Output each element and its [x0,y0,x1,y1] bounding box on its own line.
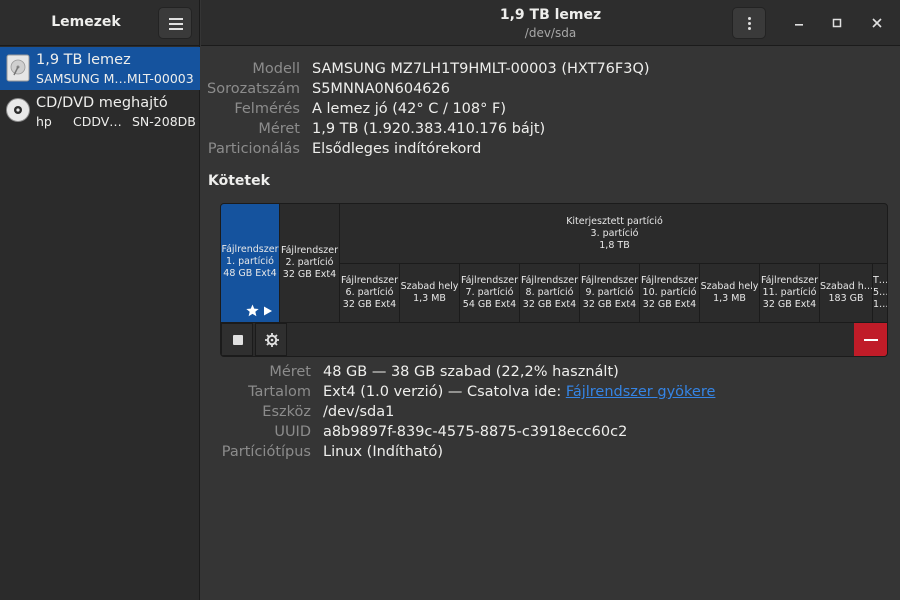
partition-type-label: Partíciótípus [221,444,311,460]
minimize-icon [795,24,803,26]
volume-partition-7[interactable]: Fájlrendszer 7. partíció 54 GB Ext4 [460,264,519,322]
volume-partition-2[interactable]: Fájlrendszer 2. partíció 32 GB Ext4 [280,204,339,322]
drive-assessment-value: A lemez jó (42° C / 108° F) [312,101,506,117]
drive-size-value: 1,9 TB (1.920.383.410.176 bájt) [312,121,546,137]
sidebar-title: Lemezek [51,14,121,30]
main-panel: Modell SAMSUNG MZ7LH1T9HMLT-00003 (HXT76… [201,47,900,600]
drive-model-value: SAMSUNG MZ7LH1T9HMLT-00003 (HXT76F3Q) [312,61,650,77]
partition-content-value: Ext4 (1.0 verzió) — Csatolva ide: Fájlre… [323,384,716,400]
partition-size-label: Méret [269,364,311,380]
drive-model-label: Modell [252,61,300,77]
play-icon [264,306,272,316]
device-item-cdrom[interactable]: CD/DVD meghajtó hp CDDV… SN-208DB [0,90,200,133]
drive-size-label: Méret [258,121,300,137]
device-model: SAMSUNG M…MLT-00003 [36,71,194,86]
partition-device-value: /dev/sda1 [323,404,395,420]
volume-partition-11[interactable]: Fájlrendszer 11. partíció 32 GB Ext4 [760,264,819,322]
volume-partition-truncated[interactable]: T… 5… 1… [873,264,887,322]
partition-type-value: Linux (Indítható) [323,444,444,460]
volume-free-space[interactable]: Szabad hely 1,3 MB [400,264,459,322]
volume-free-space-large[interactable]: Szabad h… 183 GB [820,264,872,322]
drive-serial-label: Sorozatszám [207,81,300,97]
volume-partition-1[interactable]: Fájlrendszer 1. partíció 48 GB Ext4 [221,204,279,322]
maximize-button[interactable] [825,11,849,35]
minimize-button[interactable] [787,11,811,35]
sidebar-header: Lemezek [0,0,199,46]
delete-partition-button[interactable] [854,323,887,356]
sidebar: Lemezek 1,9 TB lemez SAMSUNG M…MLT-00003… [0,0,200,600]
volume-partition-9[interactable]: Fájlrendszer 9. partíció 32 GB Ext4 [580,264,639,322]
partition-settings-button[interactable] [255,323,287,356]
unmount-button[interactable] [221,323,253,356]
device-item-disk[interactable]: 1,9 TB lemez SAMSUNG M…MLT-00003 [0,47,200,90]
drive-serial-value: S5MNNA0N604626 [312,81,450,97]
hamburger-menu-icon [169,18,183,20]
partition-device-label: Eszköz [262,404,311,420]
close-button[interactable] [865,11,889,35]
partition-uuid-value: a8b9897f-839c-4575-8875-c3918ecc60c2 [323,424,628,440]
drive-partitioning-value: Elsődleges indítórekord [312,141,482,157]
gear-icon [265,333,279,347]
volume-extended-partition[interactable]: Kiterjesztett partíció 3. partíció 1,8 T… [340,204,887,263]
device-model: CDDV… [73,114,122,129]
maximize-icon [832,18,842,28]
device-name: CD/DVD meghajtó [36,95,168,111]
volume-free-space[interactable]: Szabad hely 1,3 MB [700,264,759,322]
volumes-heading: Kötetek [208,173,270,189]
volume-partition-8[interactable]: Fájlrendszer 8. partíció 32 GB Ext4 [520,264,579,322]
star-icon [246,304,259,317]
device-serial: SN-208DB [132,114,196,129]
partition-size-value: 48 GB — 38 GB szabad (22,2% használt) [323,364,619,380]
drive-menu-button[interactable] [732,7,766,39]
optical-disc-icon [6,98,30,122]
volume-map: Fájlrendszer 1. partíció 48 GB Ext4 Fájl… [220,203,888,357]
volume-partition-10[interactable]: Fájlrendszer 10. partíció 32 GB Ext4 [640,264,699,322]
drive-partitioning-label: Particionálás [207,141,300,157]
stop-icon [233,335,243,345]
main-menu-button[interactable] [158,7,192,39]
disk-drive-icon [6,54,30,82]
drive-assessment-label: Felmérés [234,101,300,117]
filesystem-root-link[interactable]: Fájlrendszer gyökere [566,384,716,400]
partition-uuid-label: UUID [274,424,311,440]
device-vendor: hp [36,114,52,129]
minus-icon [864,339,878,341]
partition-content-label: Tartalom [248,384,311,400]
volume-partition-6[interactable]: Fájlrendszer 6. partíció 32 GB Ext4 [340,264,399,322]
device-name: 1,9 TB lemez [36,52,131,68]
close-icon [872,18,882,28]
kebab-menu-icon [748,17,751,20]
header-bar: 1,9 TB lemez /dev/sda [201,0,900,46]
